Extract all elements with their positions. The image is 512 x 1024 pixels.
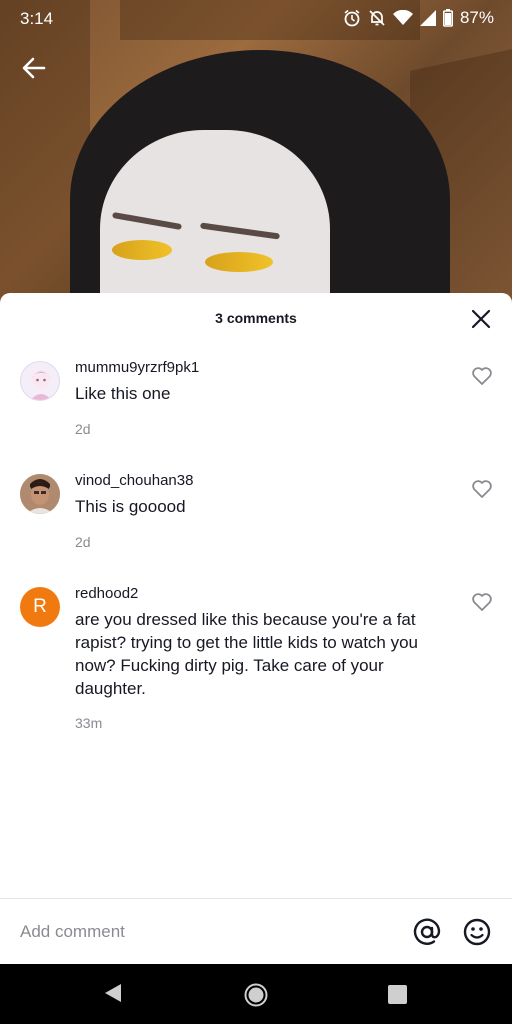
status-time: 3:14 <box>20 9 54 28</box>
add-comment-bar: Add comment <box>0 898 512 965</box>
battery-icon <box>442 9 453 27</box>
anime-avatar-icon <box>30 370 52 400</box>
system-nav-bar <box>0 964 512 1024</box>
comments-sheet: 3 comments mummu9yrzrf9pk1 Like this one… <box>0 293 512 964</box>
notifications-off-icon <box>369 10 385 26</box>
heart-icon[interactable] <box>471 478 493 500</box>
comment-username[interactable]: mummu9yrzrf9pk1 <box>75 359 199 376</box>
avatar[interactable] <box>20 361 60 401</box>
video-background <box>0 0 512 310</box>
back-button[interactable] <box>18 52 50 84</box>
nav-recents-icon[interactable] <box>388 985 407 1004</box>
close-button[interactable] <box>470 308 492 330</box>
sheet-header: 3 comments <box>0 293 512 343</box>
avatar[interactable] <box>20 474 60 514</box>
signal-icon <box>419 10 436 26</box>
at-mention-icon[interactable] <box>412 917 442 947</box>
emoji-icon[interactable] <box>462 917 492 947</box>
status-bar: 3:14 87% <box>0 0 512 36</box>
comment-username[interactable]: vinod_chouhan38 <box>75 472 193 489</box>
avatar[interactable]: R <box>20 587 60 627</box>
battery-percent: 87% <box>459 8 494 27</box>
alarm-icon <box>344 9 360 27</box>
comment-text: Like this one <box>75 384 171 403</box>
comment-text: This is gooood <box>75 497 186 516</box>
comment-username[interactable]: redhood2 <box>75 585 138 602</box>
comments-count: 3 comments <box>215 310 297 326</box>
nav-back-icon[interactable] <box>103 982 123 1004</box>
photo-avatar-icon <box>20 474 60 514</box>
comment-text: are you dressed like this because you're… <box>75 610 419 698</box>
add-comment-input[interactable]: Add comment <box>20 922 125 942</box>
comment-time: 2d <box>75 534 91 550</box>
nav-home-icon[interactable] <box>244 983 268 1007</box>
wifi-icon <box>392 10 413 25</box>
comment-time: 2d <box>75 421 91 437</box>
heart-icon[interactable] <box>471 591 493 613</box>
avatar-letter: R <box>33 596 47 617</box>
comment-time: 33m <box>75 715 103 731</box>
heart-icon[interactable] <box>471 365 493 387</box>
